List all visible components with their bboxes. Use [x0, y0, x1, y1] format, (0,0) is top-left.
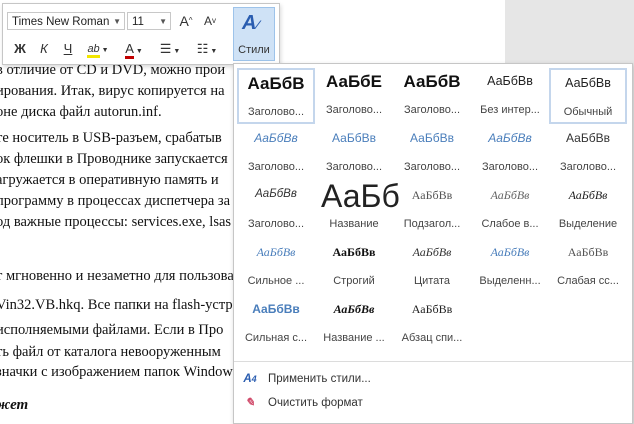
underline-button[interactable]: Ч	[57, 38, 79, 60]
style-item[interactable]: АаБбВ Заголово...	[393, 68, 471, 124]
doc-line: те носитель в USB-разъем, срабатыв	[0, 130, 222, 146]
font-name-value: Times New Roman	[12, 16, 110, 28]
gallery-divider	[234, 361, 632, 362]
doc-heading-line: жет	[0, 397, 29, 413]
doc-line: программу в процессах диспетчера за	[0, 193, 231, 209]
highlight-icon: ab	[87, 43, 100, 58]
mini-toolbar: Times New Roman ▼ 11 ▼ A^ Av Ж К Ч ab ▼ …	[2, 3, 280, 65]
doc-line: агружается в оперативную память и	[0, 172, 219, 188]
italic-icon: К	[40, 41, 48, 56]
underline-icon: Ч	[63, 41, 73, 56]
doc-line: ок флешки в Проводнике запускается	[0, 151, 228, 167]
style-item[interactable]: АаБбВв Цитата	[393, 239, 471, 295]
style-item[interactable]: АаБбВв Строгий	[315, 239, 393, 295]
style-item[interactable]: АаБбВв Заголово...	[237, 182, 315, 238]
style-item[interactable]: АаБбВ Заголово...	[237, 68, 315, 124]
doc-line: значки с изображением папок Window	[0, 364, 233, 380]
styles-gallery: АаБбВ Заголово... АаБбЕ Заголово... АаБб…	[233, 63, 633, 424]
style-item[interactable]: АаБбВв Сильная с...	[237, 296, 315, 352]
doc-line: од важные процессы: services.exe, lsas	[0, 214, 232, 230]
style-item[interactable]: АаБбВв Без интер...	[471, 68, 549, 124]
style-item[interactable]: АаБбВв Заголово...	[315, 125, 393, 181]
doc-line: оне диска файл autorun.inf.	[0, 104, 162, 120]
bold-icon: Ж	[14, 41, 26, 56]
style-item[interactable]: АаБбВв Заголово...	[237, 125, 315, 181]
style-item[interactable]: АаБбВв Абзац спи...	[393, 296, 471, 352]
grow-font-icon: A	[179, 13, 189, 29]
chevron-down-icon[interactable]: ▼	[113, 13, 121, 31]
clear-format-label: Очистить формат	[268, 397, 363, 409]
style-item[interactable]: АаБбВв Выделенн...	[471, 239, 549, 295]
style-item[interactable]: АаБбВв Заголово...	[549, 125, 627, 181]
doc-line: т мгновенно и незаметно для пользова	[0, 268, 234, 284]
highlight-button[interactable]: ab ▼	[83, 38, 113, 60]
font-name-combo[interactable]: Times New Roman ▼	[7, 12, 125, 30]
font-size-value: 11	[132, 16, 144, 28]
apply-styles-menu-item[interactable]: A4 Применить стили...	[240, 369, 371, 389]
bullets-button[interactable]: ☰ ▼	[155, 38, 185, 60]
numbering-button[interactable]: ☷ ▼	[191, 38, 223, 60]
style-item[interactable]: АаБбВв Выделение	[549, 182, 627, 238]
doc-line: исполняемыми файлами. Если в Про	[0, 322, 224, 338]
style-item[interactable]: АаБб Название	[315, 178, 399, 238]
italic-button[interactable]: К	[33, 38, 55, 60]
style-item[interactable]: АаБбВв Сильное ...	[237, 239, 315, 295]
chevron-down-icon[interactable]: ▼	[159, 13, 167, 31]
bold-button[interactable]: Ж	[9, 38, 31, 60]
doc-line: Vin32.VB.hkq. Все папки на flash-устр	[0, 297, 233, 313]
style-item[interactable]: АаБбВв Слабое в...	[471, 182, 549, 238]
style-item[interactable]: АаБбЕ Заголово...	[315, 68, 393, 124]
shrink-font-icon: A	[203, 14, 212, 28]
font-color-button[interactable]: A ▼	[119, 38, 149, 60]
style-item[interactable]: АаБбВв Слабая сс...	[549, 239, 627, 295]
styles-icon: A⁄	[242, 12, 259, 34]
style-item-selected[interactable]: АаБбВв Обычный	[549, 68, 627, 124]
font-color-icon: A	[125, 41, 134, 59]
font-size-combo[interactable]: 11 ▼	[127, 12, 171, 30]
apply-styles-label: Применить стили...	[268, 373, 371, 385]
style-item[interactable]: АаБбВв Заголово...	[393, 125, 471, 181]
numbering-icon: ☷	[196, 41, 209, 56]
style-item[interactable]: АаБбВв Заголово...	[471, 125, 549, 181]
shrink-font-button[interactable]: Av	[199, 10, 221, 32]
eraser-icon: ✎	[245, 397, 255, 409]
doc-line: ирования. Итак, вирус копируется на	[0, 83, 225, 99]
apply-styles-icon: A4	[243, 373, 257, 385]
style-item[interactable]: АаБбВв Название ...	[315, 296, 393, 352]
bullets-icon: ☰	[159, 41, 172, 56]
grow-font-button[interactable]: A^	[175, 10, 197, 32]
styles-button[interactable]: A⁄ Стили	[233, 7, 275, 61]
clear-format-menu-item[interactable]: ✎ Очистить формат	[240, 393, 363, 413]
styles-label: Стили	[238, 44, 270, 56]
doc-line: ть файл от каталога невооруженным	[0, 344, 221, 360]
style-item[interactable]: АаБбВв Подзагол...	[393, 182, 471, 238]
